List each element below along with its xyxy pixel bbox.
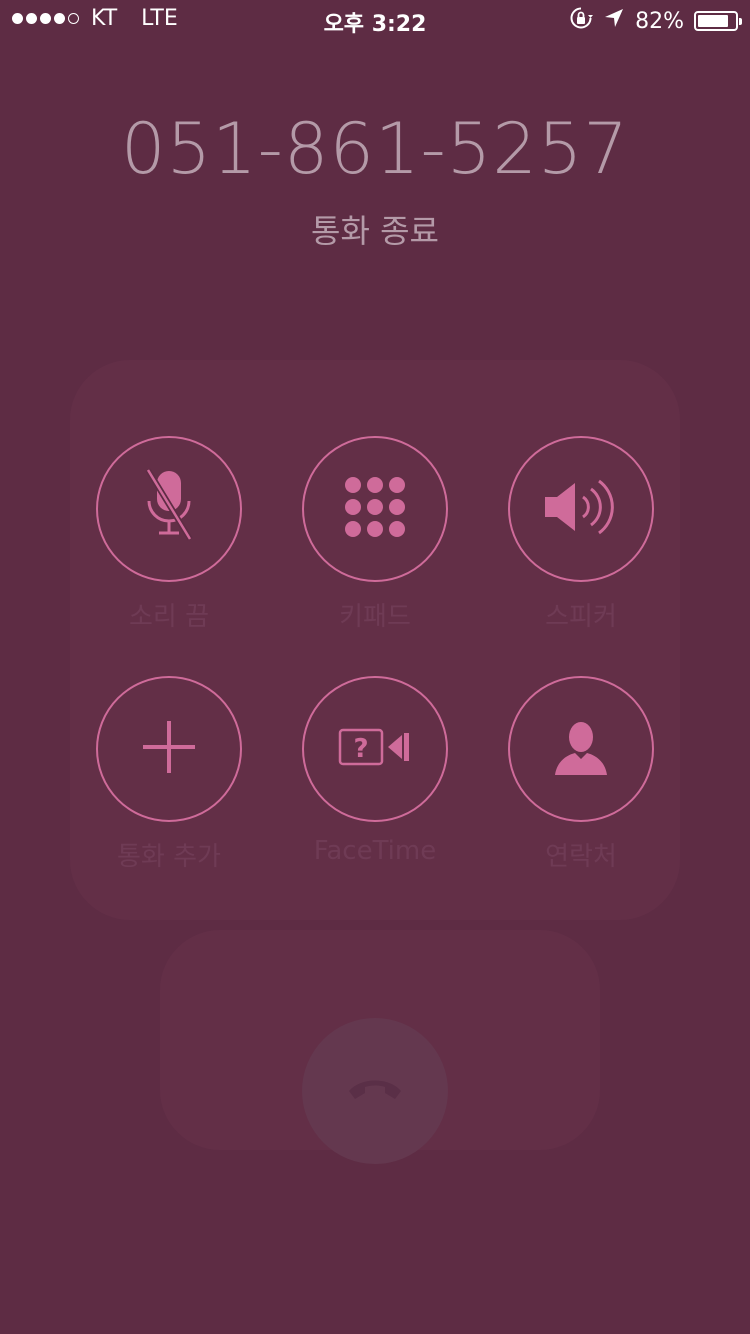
phone-number: 051-861-5257 bbox=[121, 108, 629, 190]
plus-icon bbox=[141, 719, 197, 779]
facetime-label: FaceTime bbox=[313, 836, 437, 866]
mute-button[interactable]: 소리 끔 bbox=[94, 436, 244, 633]
facetime-icon: ? bbox=[338, 727, 412, 771]
add-call-button[interactable]: 통화 추가 bbox=[94, 676, 244, 873]
mic-muted-icon bbox=[139, 467, 199, 551]
call-status: 통화 종료 bbox=[311, 212, 439, 250]
contacts-label: 연락처 bbox=[545, 842, 617, 872]
speaker-label: 스피커 bbox=[545, 602, 617, 632]
contact-icon bbox=[551, 717, 611, 781]
mute-label: 소리 끔 bbox=[128, 602, 210, 632]
end-call-button[interactable] bbox=[302, 1018, 448, 1164]
battery-icon bbox=[694, 11, 742, 31]
add-call-label: 통화 추가 bbox=[117, 842, 221, 872]
contacts-button[interactable]: 연락처 bbox=[506, 676, 656, 873]
orientation-lock-icon bbox=[569, 6, 594, 36]
keypad-icon bbox=[343, 475, 407, 543]
svg-text:?: ? bbox=[353, 734, 368, 764]
battery-fill bbox=[698, 15, 728, 27]
keypad-label: 키패드 bbox=[339, 602, 411, 632]
location-arrow-icon bbox=[603, 7, 625, 35]
battery-percent: 82% bbox=[635, 8, 684, 34]
speaker-icon bbox=[541, 475, 621, 543]
speaker-button[interactable]: 스피커 bbox=[506, 436, 656, 633]
keypad-button[interactable]: 키패드 bbox=[300, 436, 450, 633]
phone-hangup-icon bbox=[347, 1075, 403, 1107]
facetime-button[interactable]: ? FaceTime bbox=[300, 676, 450, 866]
status-bar: KT LTE 오후 3:22 82% bbox=[0, 0, 750, 40]
status-right: 82% bbox=[569, 6, 742, 36]
